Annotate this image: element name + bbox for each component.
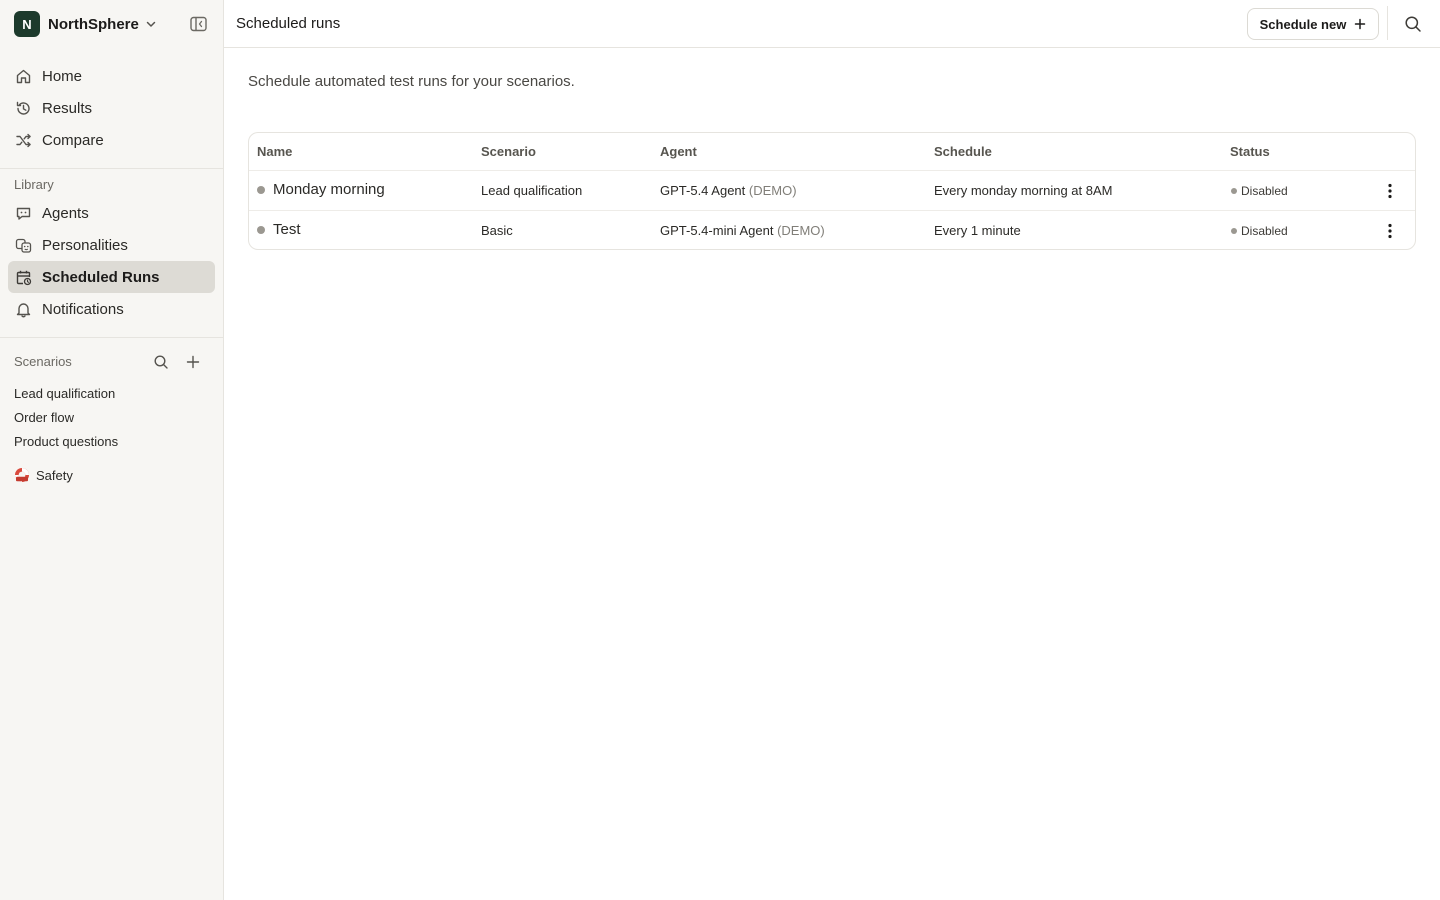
nav-scheduled-runs[interactable]: Scheduled Runs [8, 261, 215, 293]
status-dot [1231, 188, 1237, 194]
nav-personalities-label: Personalities [42, 236, 128, 254]
run-agent: GPT-5.4 Agent (DEMO) [660, 183, 797, 198]
collapse-sidebar-icon[interactable] [190, 16, 207, 32]
scenarios-section-label: Scenarios [14, 354, 72, 369]
more-options-icon[interactable] [1382, 221, 1398, 241]
nav-compare-label: Compare [42, 131, 104, 149]
run-name: Test [273, 221, 301, 238]
nav-results-label: Results [42, 99, 93, 117]
run-schedule: Every 1 minute [934, 223, 1021, 238]
library-section-label: Library [14, 177, 54, 192]
schedule-new-label: Schedule new [1259, 16, 1347, 32]
scenario-folder-safety[interactable]: Safety [14, 467, 73, 483]
column-header-scenario: Scenario [481, 144, 536, 159]
nav-notifications-label: Notifications [42, 300, 124, 318]
nav-home-label: Home [42, 67, 83, 85]
life-ring-icon [14, 467, 30, 483]
run-name-cell: Test [257, 221, 301, 238]
sidebar: N NorthSphere Home Results Compare Libra… [0, 0, 224, 900]
sidebar-divider [0, 337, 223, 338]
run-agent: GPT-5.4-mini Agent (DEMO) [660, 223, 825, 238]
bell-icon [14, 300, 32, 318]
sidebar-divider [0, 168, 223, 169]
column-header-agent: Agent [660, 144, 697, 159]
status-badge: Disabled [1231, 184, 1288, 198]
table-row[interactable]: Monday morning Lead qualification GPT-5.… [249, 170, 1415, 210]
page-title: Scheduled runs [236, 15, 341, 32]
agent-tag: (DEMO) [748, 183, 797, 198]
scheduled-runs-table: Name Scenario Agent Schedule Status Mond… [248, 132, 1416, 250]
plus-icon [1354, 18, 1366, 30]
nav-personalities[interactable]: Personalities [8, 229, 215, 261]
agent-chat-icon [14, 204, 32, 222]
masks-icon [14, 236, 32, 254]
scenario-item[interactable]: Product questions [14, 434, 118, 449]
run-name: Monday morning [273, 181, 385, 198]
chevron-down-icon [145, 18, 157, 30]
top-header: Scheduled runs Schedule new [224, 0, 1440, 48]
more-options-icon[interactable] [1382, 181, 1398, 201]
status-text: Disabled [1241, 184, 1288, 198]
header-divider [1387, 6, 1388, 40]
run-scenario: Lead qualification [481, 183, 583, 198]
workspace-logo: N [14, 11, 40, 37]
run-state-dot [257, 185, 265, 194]
run-scenario: Basic [481, 223, 513, 238]
scenario-item[interactable]: Order flow [14, 410, 74, 425]
agent-tag: (DEMO) [777, 223, 825, 238]
column-header-name: Name [257, 144, 293, 159]
workspace-name: NorthSphere [48, 15, 139, 33]
column-header-status: Status [1230, 144, 1270, 159]
search-icon[interactable] [1404, 15, 1422, 33]
run-schedule: Every monday morning at 8AM [934, 183, 1113, 198]
status-badge: Disabled [1231, 224, 1288, 238]
scenario-folder-label: Safety [36, 467, 73, 483]
shuffle-icon [14, 131, 32, 149]
nav-compare[interactable]: Compare [8, 124, 215, 156]
nav-home[interactable]: Home [8, 60, 215, 92]
nav-results[interactable]: Results [8, 92, 215, 124]
history-icon [14, 99, 32, 117]
nav-scheduled-runs-label: Scheduled Runs [42, 268, 160, 286]
nav-agents-label: Agents [42, 204, 89, 222]
column-header-schedule: Schedule [934, 144, 992, 159]
schedule-new-button[interactable]: Schedule new [1247, 8, 1379, 40]
home-icon [14, 67, 32, 85]
agent-name: GPT-5.4 Agent [660, 183, 746, 198]
table-row[interactable]: Test Basic GPT-5.4-mini Agent (DEMO) Eve… [249, 210, 1415, 249]
calendar-clock-icon [14, 268, 32, 286]
scenario-item[interactable]: Lead qualification [14, 386, 115, 401]
status-dot [1231, 228, 1237, 234]
add-scenario-icon[interactable] [184, 353, 202, 371]
status-text: Disabled [1241, 224, 1288, 238]
workspace-switcher[interactable]: N NorthSphere [14, 11, 157, 37]
page-subtitle: Schedule automated test runs for your sc… [248, 73, 575, 90]
nav-agents[interactable]: Agents [8, 197, 215, 229]
agent-name: GPT-5.4-mini Agent [660, 223, 774, 238]
nav-notifications[interactable]: Notifications [8, 293, 215, 325]
search-scenarios-icon[interactable] [152, 353, 170, 371]
run-state-dot [257, 225, 265, 234]
run-name-cell: Monday morning [257, 181, 385, 198]
